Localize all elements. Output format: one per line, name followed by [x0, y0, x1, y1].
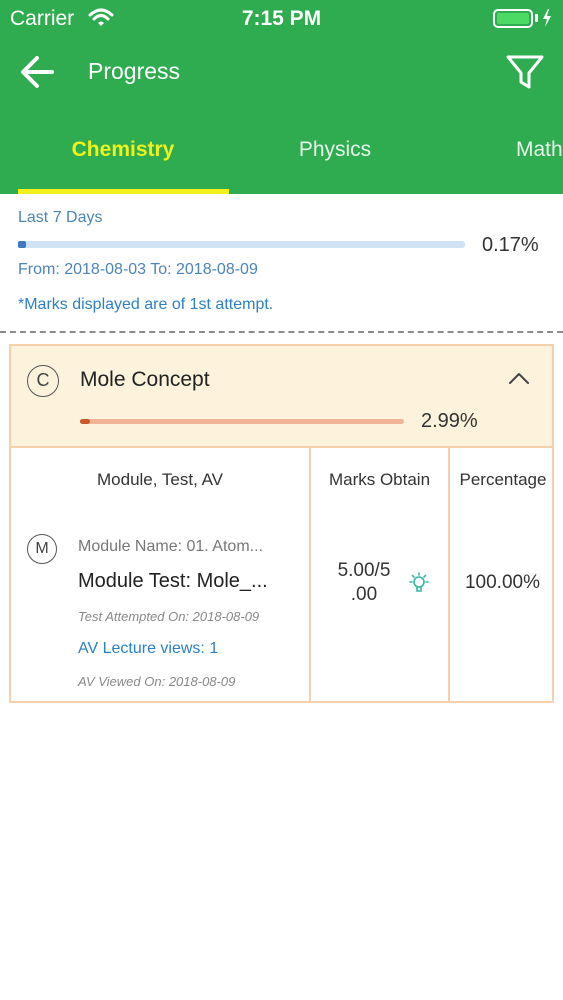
marks-obtained: 5.00/5 .00: [319, 559, 409, 607]
header-module: Module, Test, AV: [97, 470, 223, 489]
module-badge: M: [27, 534, 57, 564]
overall-progress-bar: [18, 241, 465, 248]
header-marks: Marks Obtain: [328, 470, 431, 489]
date-range: From: 2018-08-03 To: 2018-08-09: [18, 261, 258, 278]
chevron-up-icon[interactable]: [507, 370, 531, 386]
battery-icon: [493, 9, 533, 28]
app-header: Carrier 7:15 PM Progress Chemistry Physi…: [0, 0, 563, 194]
attempt-note: *Marks displayed are of 1st attempt.: [18, 296, 274, 313]
header-percentage: Percentage: [459, 470, 547, 489]
av-viewed-date: AV Viewed On: 2018-08-09: [78, 674, 236, 689]
tab-physics[interactable]: Physics: [230, 138, 440, 162]
filter-icon[interactable]: [505, 52, 545, 92]
active-tab-indicator: [18, 189, 229, 194]
section-divider: [0, 331, 563, 333]
period-label: Last 7 Days: [18, 209, 103, 226]
status-time: 7:15 PM: [241, 7, 322, 30]
marks-line-1: 5.00/5: [337, 560, 391, 581]
back-arrow-icon[interactable]: [18, 52, 58, 92]
module-name: Module Name: 01. Atom...: [78, 538, 263, 555]
percentage-value: 100.00%: [464, 572, 540, 593]
chapter-progress-fill: [80, 419, 90, 424]
overall-progress-fill: [18, 241, 26, 248]
battery-tip: [535, 14, 538, 22]
chapter-badge: C: [27, 365, 59, 397]
module-test[interactable]: Module Test: Mole_...: [78, 570, 268, 593]
tab-math[interactable]: Math: [516, 138, 563, 162]
progress-table: Module, Test, AV Marks Obtain Percentage…: [9, 448, 554, 703]
charging-bolt-icon: [543, 9, 551, 27]
av-lecture-views-link[interactable]: AV Lecture views: 1: [78, 640, 218, 658]
chapter-header-mole-concept[interactable]: C Mole Concept 2.99%: [9, 344, 554, 448]
overall-percent: 0.17%: [482, 234, 539, 256]
page-title: Progress: [88, 58, 181, 84]
lightbulb-icon[interactable]: [407, 571, 431, 595]
chapter-percent: 2.99%: [421, 410, 478, 432]
status-bar: Carrier 7:15 PM: [0, 0, 563, 38]
chapter-progress-bar: [80, 419, 404, 424]
marks-line-2: .00: [350, 584, 378, 605]
tab-chemistry[interactable]: Chemistry: [0, 138, 246, 162]
chapter-name: Mole Concept: [80, 368, 210, 391]
test-attempted-date: Test Attempted On: 2018-08-09: [78, 609, 260, 624]
